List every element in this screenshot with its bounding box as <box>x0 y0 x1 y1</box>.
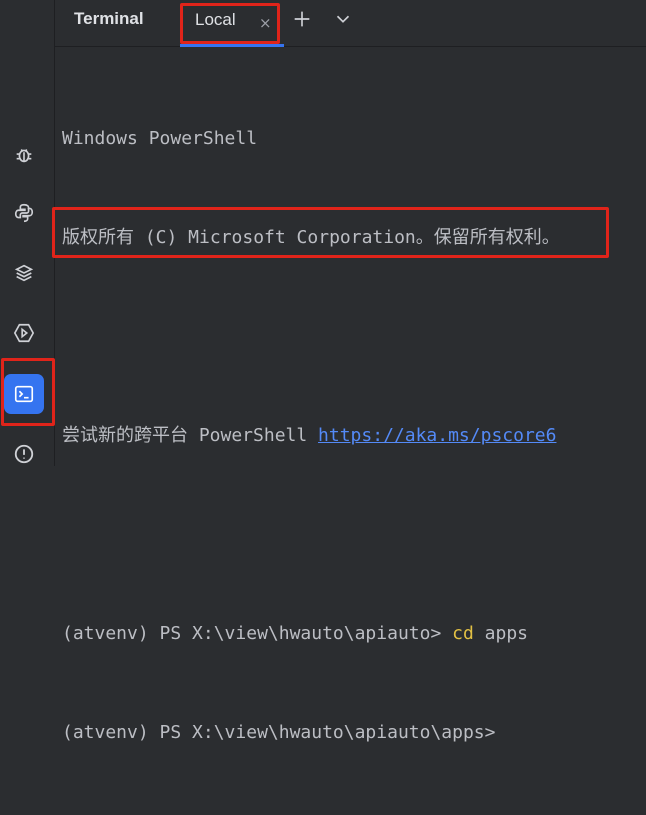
panel-title: Terminal <box>74 9 144 28</box>
terminal-panel: Terminal Local × Windows PowerShell 版权所有… <box>52 0 646 743</box>
prompt: (atvenv) PS X:\view\hwauto\apiauto> <box>62 623 453 644</box>
terminal-prompt-line: (atvenv) PS X:\view\hwauto\apiauto\apps> <box>62 722 496 743</box>
layers-icon[interactable] <box>7 256 41 290</box>
command-highlight <box>52 207 609 258</box>
terminal-icon-highlight <box>1 358 55 426</box>
active-tab-indicator <box>180 44 284 47</box>
terminal-text: 尝试新的跨平台 PowerShell <box>62 425 319 446</box>
terminal-line: Windows PowerShell <box>62 128 258 149</box>
terminal-command-line: (atvenv) PS X:\view\hwauto\apiauto> cd a… <box>62 617 646 650</box>
pscore-link[interactable]: https://aka.ms/pscore6 <box>318 425 556 446</box>
add-icon[interactable] <box>291 8 313 34</box>
python-console-icon[interactable] <box>7 196 41 230</box>
command-arg: apps <box>473 623 529 644</box>
terminal-output[interactable]: Windows PowerShell 版权所有 (C) Microsoft Co… <box>62 56 646 815</box>
debug-icon[interactable] <box>7 138 41 172</box>
command: cd <box>452 623 474 644</box>
chevron-down-icon[interactable] <box>332 8 354 34</box>
terminal-line: 尝试新的跨平台 PowerShell https://aka.ms/pscore… <box>62 419 646 452</box>
services-icon[interactable] <box>7 316 41 350</box>
terminal-tab-bar: Terminal Local × <box>55 0 646 47</box>
tab-highlight <box>180 3 280 44</box>
